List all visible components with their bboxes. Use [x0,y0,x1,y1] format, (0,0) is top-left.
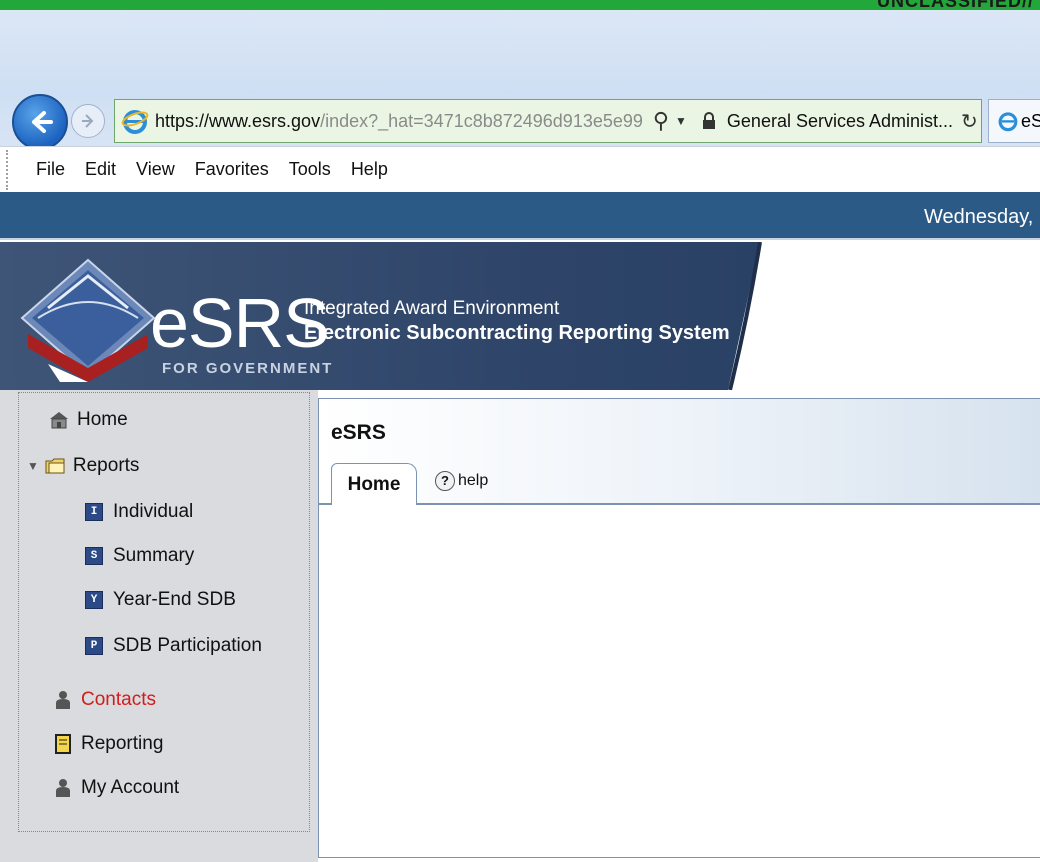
menu-edit[interactable]: Edit [85,159,116,180]
individual-report-icon: I [85,503,103,521]
content-panel: eSRS Home ? help [318,398,1040,858]
date-text: Wednesday, 1 [923,206,1040,228]
back-button[interactable] [12,94,68,150]
site-identity[interactable]: General Services Administ... [727,111,953,132]
nav-report-individual[interactable]: I Individual [85,501,193,523]
search-icon[interactable]: ⚲ [653,108,669,134]
expand-arrow-icon[interactable]: ▼ [27,459,39,473]
help-link[interactable]: ? help [435,471,488,491]
refresh-icon[interactable]: ↻ [961,109,978,134]
nav-report-label: SDB Participation [113,635,262,656]
nav-contacts-label: Contacts [81,689,156,710]
toolbar-grip [6,149,10,190]
esrs-logo-icon[interactable] [18,256,158,382]
year-end-report-icon: Y [85,591,103,609]
nav-reporting[interactable]: Reporting [53,733,163,755]
sidebar-nav: Home ▼ Reports I Individual S Summary Y … [18,392,310,832]
logo-subtext: FOR GOVERNMENT [162,360,334,377]
ie-logo-icon [121,110,149,134]
summary-report-icon: S [85,547,103,565]
browser-chrome: https://www.esrs.gov/index?_hat=3471c8b8… [0,10,1040,150]
tab-label: eS [1021,110,1040,131]
date-bar: Wednesday, 1 [0,192,1040,240]
logo-wordmark: eSRS [150,284,330,362]
menu-favorites[interactable]: Favorites [195,159,269,180]
participation-report-icon: P [85,637,103,655]
menu-file[interactable]: File [36,159,65,180]
nav-report-year-end-sdb[interactable]: Y Year-End SDB [85,589,236,611]
nav-contacts[interactable]: Contacts [53,689,156,711]
nav-home[interactable]: Home [49,409,128,431]
nav-report-label: Summary [113,545,195,566]
classification-strip: UNCLASSIFIED// [0,0,1040,10]
browser-tab[interactable]: eS [988,99,1040,143]
nav-my-account-label: My Account [81,777,180,798]
person-icon [56,691,70,709]
arrow-left-icon [32,111,53,133]
classification-label: UNCLASSIFIED// [876,0,1034,10]
notebook-icon [55,734,71,754]
dropdown-icon[interactable]: ▼ [675,114,687,128]
menu-help[interactable]: Help [351,159,388,180]
url-text: https://www.esrs.gov/index?_hat=3471c8b8… [155,110,643,131]
page-title: eSRS [331,421,386,444]
nav-report-label: Individual [113,501,194,522]
menu-view[interactable]: View [136,159,175,180]
person-icon [56,779,70,797]
nav-my-account[interactable]: My Account [53,777,179,799]
nav-report-label: Year-End SDB [113,589,236,610]
ie-logo-icon [998,112,1018,132]
help-label: help [458,472,489,489]
banner-divider [728,242,762,390]
folder-icon [45,458,65,474]
nav-home-label: Home [77,409,128,430]
nav-reports-label: Reports [72,455,140,476]
app-banner: eSRS FOR GOVERNMENT Integrated Award Env… [0,242,1040,390]
nav-reporting-label: Reporting [81,733,164,754]
content-header: eSRS Home ? help [319,399,1040,505]
banner-tagline: Integrated Award Environment [304,298,560,319]
menu-tools[interactable]: Tools [289,159,331,180]
home-icon [50,412,68,429]
nav-report-summary[interactable]: S Summary [85,545,194,567]
arrow-right-icon [82,114,94,128]
banner-system-name: Electronic Subcontracting Reporting Syst… [304,322,730,344]
forward-button[interactable] [71,104,105,138]
lock-icon[interactable] [701,112,717,130]
nav-reports[interactable]: ▼ Reports [27,455,139,477]
help-icon: ? [435,471,455,491]
tab-home[interactable]: Home [331,463,417,505]
address-bar[interactable]: https://www.esrs.gov/index?_hat=3471c8b8… [114,99,982,143]
nav-report-sdb-participation[interactable]: P SDB Participation [85,635,262,657]
menu-bar: File Edit View Favorites Tools Help [0,146,1040,192]
